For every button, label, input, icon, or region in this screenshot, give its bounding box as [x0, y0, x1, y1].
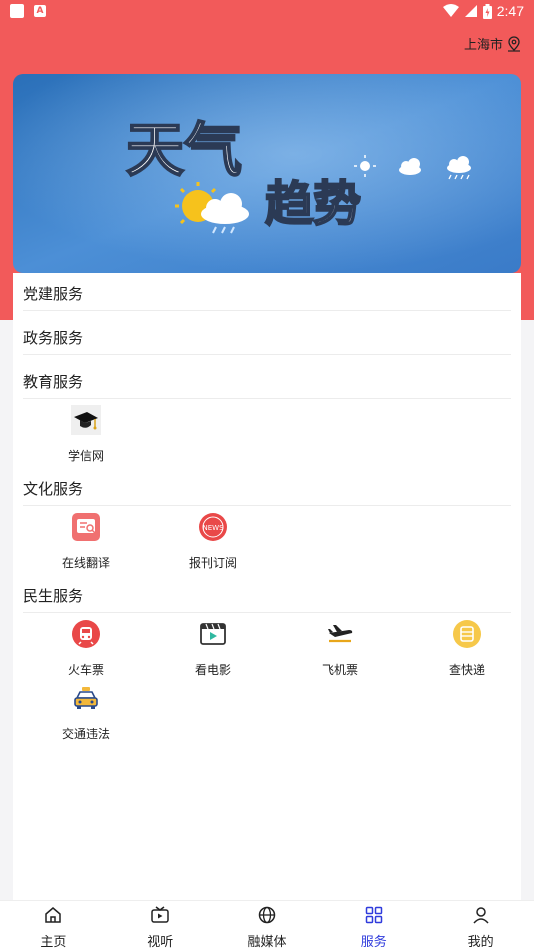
service-train[interactable]: 火车票 — [31, 619, 141, 678]
tab-label: 主页 — [40, 935, 67, 950]
tab-media[interactable]: 融媒体 — [214, 901, 321, 950]
grid-icon — [365, 906, 383, 924]
service-translate[interactable]: 在线翻译 — [31, 512, 141, 571]
wifi-icon — [442, 4, 459, 17]
service-traffic[interactable]: 交通违法 — [31, 683, 141, 742]
section-title: 民生服务 — [23, 579, 511, 613]
tab-label: 我的 — [467, 935, 494, 950]
graduation-cap-icon — [71, 405, 101, 435]
services-panel: 党建服务 政务服务 教育服务 学信网 文化服务 在线翻译 NEWS 报刊订阅 民… — [13, 273, 521, 903]
tab-profile[interactable]: 我的 — [427, 901, 534, 950]
section-culture: 文化服务 在线翻译 NEWS 报刊订阅 — [23, 472, 511, 570]
movie-icon — [200, 623, 226, 645]
location-pin-icon — [508, 35, 520, 52]
section-party: 党建服务 — [23, 277, 511, 311]
service-label: 在线翻译 — [61, 556, 110, 570]
tv-icon — [151, 906, 169, 923]
status-bar: A 2:47 — [0, 0, 534, 24]
tab-services[interactable]: 服务 — [320, 901, 427, 950]
train-icon — [72, 620, 100, 648]
taxi-icon — [74, 687, 98, 709]
bottom-tab-bar: 主页 视听 融媒体 服务 我的 — [0, 900, 534, 950]
banner-line1: 天气 — [126, 116, 242, 184]
tab-label: 视听 — [147, 935, 174, 950]
weather-banner[interactable]: 天气 趋势 — [13, 74, 521, 273]
battery-icon — [482, 3, 492, 19]
section-livelihood: 民生服务 火车票 看电影 飞机票 查快递 交通违法 — [23, 579, 511, 741]
section-title: 教育服务 — [23, 365, 511, 399]
globe-icon — [258, 906, 276, 924]
express-icon — [453, 620, 481, 648]
service-label: 火车票 — [67, 663, 104, 677]
service-movie[interactable]: 看电影 — [158, 619, 268, 678]
plane-icon — [328, 625, 353, 643]
section-government: 政务服务 — [23, 321, 511, 355]
service-label: 查快递 — [448, 663, 485, 677]
translate-icon — [72, 513, 100, 541]
section-education: 教育服务 学信网 — [23, 365, 511, 463]
notification-icon — [10, 4, 24, 18]
svg-text:NEWS: NEWS — [202, 524, 224, 532]
service-label: 学信网 — [67, 449, 104, 463]
service-label: 看电影 — [194, 663, 231, 677]
section-title: 文化服务 — [23, 472, 511, 506]
tab-video[interactable]: 视听 — [107, 901, 214, 950]
user-icon — [473, 907, 489, 924]
app-notification-icon: A — [34, 5, 46, 17]
service-express[interactable]: 查快递 — [412, 619, 522, 678]
section-title: 党建服务 — [23, 277, 511, 311]
tab-label: 融媒体 — [247, 935, 287, 950]
status-time: 2:47 — [496, 3, 524, 19]
service-label: 交通违法 — [61, 727, 110, 741]
section-title: 政务服务 — [23, 321, 511, 355]
tab-label: 服务 — [360, 935, 387, 950]
banner-line2: 趋势 — [265, 176, 361, 232]
service-label: 报刊订阅 — [188, 556, 237, 570]
service-plane[interactable]: 飞机票 — [285, 619, 395, 678]
city-label: 上海市 — [463, 38, 503, 53]
service-newspaper[interactable]: NEWS 报刊订阅 — [158, 512, 268, 571]
tab-home[interactable]: 主页 — [0, 901, 107, 950]
signal-icon — [464, 5, 477, 17]
service-xuexin[interactable]: 学信网 — [31, 405, 141, 464]
service-label: 飞机票 — [321, 663, 358, 677]
news-icon: NEWS — [199, 513, 227, 541]
city-selector[interactable]: 上海市 — [464, 34, 522, 53]
home-icon — [45, 907, 62, 923]
